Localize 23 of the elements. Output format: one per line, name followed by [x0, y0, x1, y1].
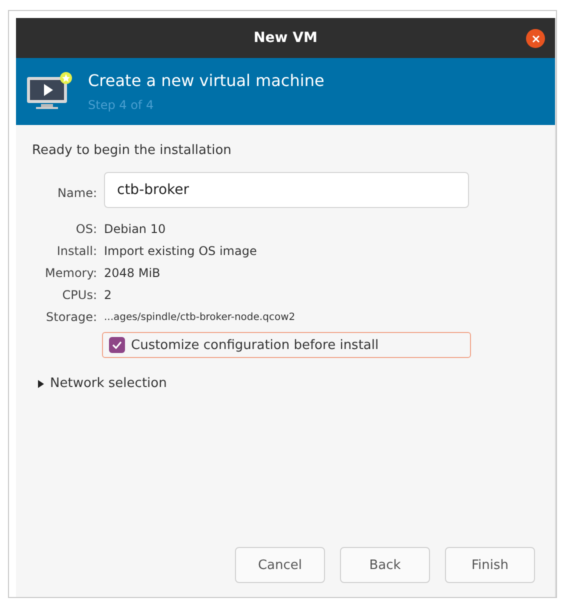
dialog-button[interactable]: Finish [445, 547, 535, 583]
field-value: Import existing OS image [104, 244, 258, 258]
network-expander[interactable]: Network selection [32, 376, 167, 391]
field-value: ...ages/spindle/ctb-broker-node.qcow2 [104, 312, 296, 322]
field-value: 2048 MiB [104, 266, 162, 280]
field-value: 2 [104, 288, 113, 302]
field-label: OS: [76, 222, 97, 236]
field-label: Install: [56, 244, 97, 258]
name-field[interactable]: ctb-broker [104, 172, 469, 208]
customize-checkbox[interactable]: Customize configuration before install [102, 332, 471, 358]
section-heading: Ready to begin the installation [32, 143, 232, 158]
field-value: Debian 10 [104, 222, 167, 236]
field-label: Name: [58, 186, 97, 200]
field-label: CPUs: [62, 288, 97, 302]
banner-title: Create a new virtual machine [88, 71, 324, 90]
step-indicator: Step 4 of 4 [88, 98, 155, 112]
dialog-button[interactable]: Back [340, 547, 430, 583]
field-label: Storage: [46, 310, 97, 324]
close-icon [532, 34, 540, 42]
field-label: Memory: [45, 266, 97, 280]
dialog-button[interactable]: Cancel [235, 547, 325, 583]
window-title: New VM [254, 30, 318, 46]
close-button[interactable] [526, 29, 545, 48]
